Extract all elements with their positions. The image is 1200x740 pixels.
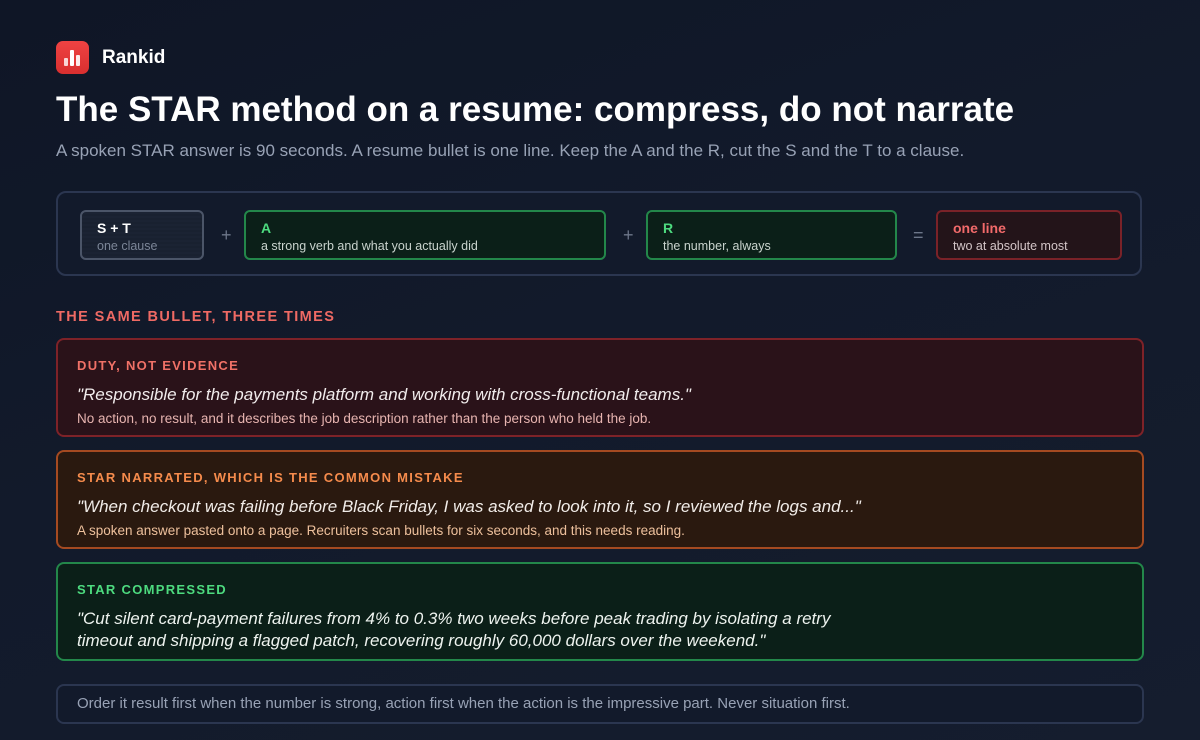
equals-operator: = [913, 225, 924, 245]
example-card-compressed: STAR COMPRESSED "Cut silent card-payment… [56, 562, 1144, 661]
example-card-narrated: STAR NARRATED, WHICH IS THE COMMON MISTA… [56, 450, 1144, 549]
formula-term-title: S + T [97, 220, 131, 236]
star-formula: S + T one clause + A a strong verb and w… [56, 191, 1142, 276]
formula-term-result: R the number, always [646, 210, 897, 260]
formula-term-title: one line [953, 220, 1006, 236]
example-card-duty: DUTY, NOT EVIDENCE "Responsible for the … [56, 338, 1144, 437]
formula-term-description: two at absolute most [953, 239, 1068, 253]
example-label: STAR NARRATED, WHICH IS THE COMMON MISTA… [77, 470, 464, 485]
example-quote-line: "Cut silent card-payment failures from 4… [77, 609, 831, 628]
ordering-tip: Order it result first when the number is… [56, 684, 1144, 724]
brand: Rankid [56, 41, 165, 74]
formula-term-description: the number, always [663, 239, 771, 253]
section-heading: THE SAME BULLET, THREE TIMES [56, 309, 336, 325]
logo-bar [64, 58, 68, 66]
logo-bar [76, 55, 80, 66]
example-quote: "When checkout was failing before Black … [77, 497, 861, 516]
example-quote-line: timeout and shipping a flagged patch, re… [77, 631, 766, 650]
formula-term-description: one clause [97, 239, 158, 253]
example-label: DUTY, NOT EVIDENCE [77, 358, 240, 373]
logo-bar [70, 50, 74, 66]
bar-chart-logo-icon [56, 41, 89, 74]
plus-operator: + [221, 225, 232, 245]
formula-term-title: R [663, 220, 674, 236]
formula-term-action: A a strong verb and what you actually di… [244, 210, 606, 260]
example-label: STAR COMPRESSED [77, 582, 227, 597]
formula-term-situation-task: S + T one clause [80, 210, 204, 260]
example-note: A spoken answer pasted onto a page. Recr… [77, 523, 685, 538]
formula-term-output: one line two at absolute most [936, 210, 1122, 260]
formula-term-description: a strong verb and what you actually did [261, 239, 478, 253]
formula-term-title: A [261, 220, 272, 236]
brand-name: Rankid [102, 46, 166, 68]
page-title: The STAR method on a resume: compress, d… [56, 90, 1015, 129]
page-subtitle: A spoken STAR answer is 90 seconds. A re… [56, 141, 965, 160]
plus-operator: + [623, 225, 634, 245]
example-quote: "Responsible for the payments platform a… [77, 385, 691, 404]
example-note: No action, no result, and it describes t… [77, 411, 652, 426]
